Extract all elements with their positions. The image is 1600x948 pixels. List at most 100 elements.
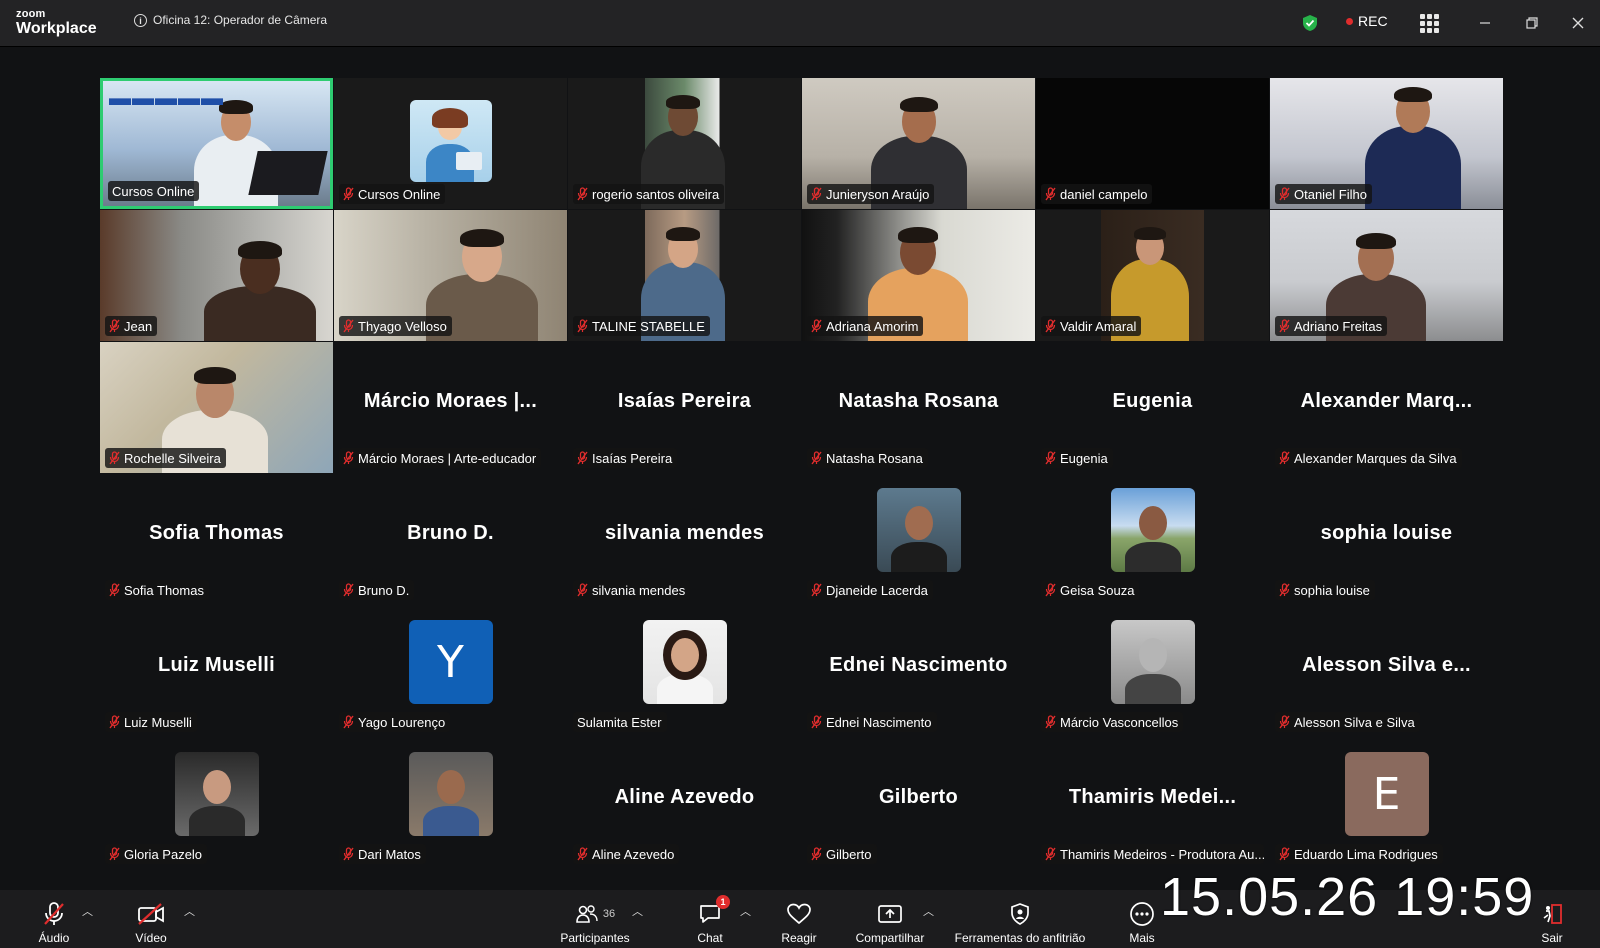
audio-button[interactable]: Áudio	[34, 890, 74, 948]
participant-name-tag: Djaneide Lacerda	[807, 580, 933, 600]
participants-options-chevron-icon[interactable]: ︿	[632, 903, 643, 919]
participant-name: Luiz Muselli	[124, 714, 192, 730]
participant-tile[interactable]: Natasha Rosana Natasha Rosana	[802, 342, 1035, 473]
leave-door-icon	[1543, 904, 1562, 924]
participant-name: Aline Azevedo	[592, 846, 675, 862]
title-bar: zoom Workplace i Oficina 12: Operador de…	[0, 0, 1600, 47]
participant-tile[interactable]: Junieryson Araújo	[802, 78, 1035, 209]
participant-tile[interactable]: Thyago Velloso	[334, 210, 567, 341]
restore-icon[interactable]	[1519, 10, 1545, 36]
muted-mic-icon	[811, 847, 822, 861]
participant-tile[interactable]: Eugenia Eugenia	[1036, 342, 1269, 473]
participant-tile[interactable]: Adriano Freitas	[1270, 210, 1503, 341]
participant-name: Gilberto	[826, 846, 872, 862]
muted-mic-icon	[577, 187, 588, 201]
video-off-icon	[138, 903, 164, 925]
participant-tile[interactable]: daniel campelo	[1036, 78, 1269, 209]
participant-tile[interactable]: Alexander Marq... Alexander Marques da Si…	[1270, 342, 1503, 473]
apps-grid-icon[interactable]	[1418, 12, 1440, 34]
participant-tile[interactable]: Jean	[100, 210, 333, 341]
participant-display-name: Isaías Pereira	[617, 390, 752, 412]
participant-tile[interactable]: Geisa Souza	[1036, 474, 1269, 605]
video-options-chevron-icon[interactable]: ︿	[184, 903, 195, 919]
participant-tile[interactable]: Márcio Vasconcellos	[1036, 606, 1269, 737]
chat-options-chevron-icon[interactable]: ︿	[740, 903, 751, 919]
security-shield-icon	[1011, 903, 1029, 925]
banner-graphic: ▬▬▬▬▬	[109, 85, 224, 110]
host-tools-label: Ferramentas do anfitrião	[954, 931, 1086, 945]
minimize-icon[interactable]	[1472, 10, 1498, 36]
react-button[interactable]: Reagir	[777, 890, 821, 948]
participant-name: Junieryson Araújo	[826, 186, 930, 202]
participant-tile[interactable]: Otaniel Filho	[1270, 78, 1503, 209]
participant-tile[interactable]: rogerio santos oliveira	[568, 78, 801, 209]
info-icon[interactable]: i	[134, 13, 147, 27]
participant-tile[interactable]: Y Yago Lourenço	[334, 606, 567, 737]
muted-mic-icon	[1045, 319, 1056, 333]
participant-name-tag: Dari Matos	[339, 844, 426, 864]
participant-tile[interactable]: ▬▬▬▬▬ Cursos Online	[100, 78, 333, 209]
chat-label: Chat	[697, 931, 723, 945]
profile-photo	[642, 620, 727, 704]
host-tools-button[interactable]: Ferramentas do anfitrião	[950, 890, 1090, 948]
video-button[interactable]: Vídeo	[131, 890, 171, 948]
gallery-view: ▬▬▬▬▬ Cursos Online Cursos Online rogerio s…	[0, 46, 1600, 890]
audio-options-chevron-icon[interactable]: ︿	[82, 903, 93, 919]
share-button[interactable]: Compartilhar	[852, 890, 928, 948]
muted-mic-icon	[1279, 583, 1290, 597]
participant-tile[interactable]: Adriana Amorim	[802, 210, 1035, 341]
encryption-shield-icon[interactable]	[1302, 14, 1318, 32]
participant-name: Otaniel Filho	[1294, 186, 1367, 202]
profile-photo	[174, 752, 259, 836]
participant-tile[interactable]: Ednei Nascimento Ednei Nascimento	[802, 606, 1035, 737]
participant-name: Jean	[124, 318, 153, 334]
participant-name-tag: TALINE STABELLE	[573, 316, 710, 336]
share-options-chevron-icon[interactable]: ︿	[923, 903, 934, 919]
muted-mic-icon	[1279, 187, 1290, 201]
muted-mic-icon	[109, 451, 120, 465]
rec-label: REC	[1358, 13, 1388, 29]
participants-button[interactable]: 36 Participantes	[556, 890, 634, 948]
leave-button[interactable]: Sair	[1532, 890, 1572, 948]
more-button[interactable]: Mais	[1122, 890, 1162, 948]
chat-button[interactable]: 1 Chat	[690, 890, 730, 948]
participant-tile[interactable]: Sofia Thomas Sofia Thomas	[100, 474, 333, 605]
participant-name: Adriano Freitas	[1294, 318, 1383, 334]
participant-tile[interactable]: Gloria Pazelo	[100, 738, 333, 869]
participant-tile[interactable]: sophia louise sophia louise	[1270, 474, 1503, 605]
participant-tile[interactable]: TALINE STABELLE	[568, 210, 801, 341]
participant-name-tag: Sofia Thomas	[105, 580, 209, 600]
participant-tile[interactable]: Cursos Online	[334, 78, 567, 209]
zoom-workplace-logo: zoom Workplace	[16, 9, 97, 37]
participant-name-tag: Alesson Silva e Silva	[1275, 712, 1420, 732]
meeting-info[interactable]: i Oficina 12: Operador de Câmera	[134, 13, 327, 27]
participant-tile[interactable]: Djaneide Lacerda	[802, 474, 1035, 605]
participant-tile[interactable]: Isaías Pereira Isaías Pereira	[568, 342, 801, 473]
participant-tile[interactable]: Márcio Moraes |... Márcio Moraes | Arte-e…	[334, 342, 567, 473]
participant-tile[interactable]: E Eduardo Lima Rodrigues	[1270, 738, 1503, 869]
participant-name: Gloria Pazelo	[124, 846, 203, 862]
participant-display-name: Gilberto	[878, 786, 959, 808]
participant-name: Alexander Marques da Silva	[1294, 450, 1457, 466]
muted-mic-icon	[811, 187, 822, 201]
participant-tile[interactable]: Sulamita Ester	[568, 606, 801, 737]
participant-tile[interactable]: Gilberto Gilberto	[802, 738, 1035, 869]
participant-display-name: silvania mendes	[604, 522, 765, 544]
participant-display-name: Bruno D.	[407, 522, 494, 544]
participant-tile[interactable]: Thamiris Medei... Thamiris Medeiros - Pro…	[1036, 738, 1269, 869]
participant-tile[interactable]: Aline Azevedo Aline Azevedo	[568, 738, 801, 869]
participant-tile[interactable]: Bruno D. Bruno D.	[334, 474, 567, 605]
participant-name: Alesson Silva e Silva	[1294, 714, 1415, 730]
participant-tile[interactable]: silvania mendes silvania mendes	[568, 474, 801, 605]
participant-tile[interactable]: Alesson Silva e... Alesson Silva e Silva	[1270, 606, 1503, 737]
recording-indicator[interactable]: REC	[1346, 13, 1388, 29]
participant-tile[interactable]: Valdir Amaral	[1036, 210, 1269, 341]
participant-tile[interactable]: Dari Matos	[334, 738, 567, 869]
participant-display-name: Thamiris Medei...	[1068, 786, 1237, 808]
participant-tile[interactable]: Rochelle Silveira	[100, 342, 333, 473]
participant-tile[interactable]: Luiz Muselli Luiz Muselli	[100, 606, 333, 737]
participant-name: Rochelle Silveira	[124, 450, 221, 466]
close-icon[interactable]	[1565, 10, 1591, 36]
person-silhouette	[1365, 125, 1461, 209]
participant-name-tag: daniel campelo	[1041, 184, 1153, 204]
